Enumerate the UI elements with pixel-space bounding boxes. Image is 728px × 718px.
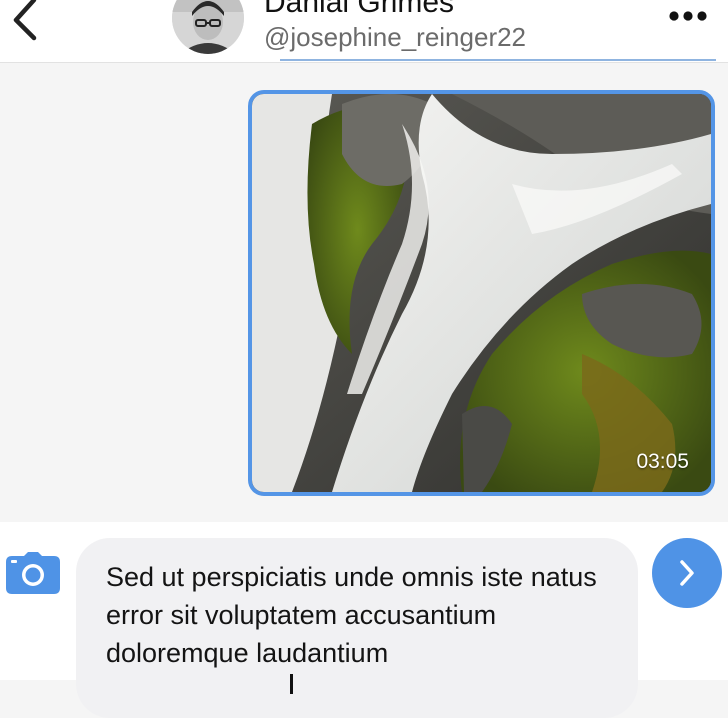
back-button[interactable] xyxy=(0,0,48,48)
avatar[interactable] xyxy=(172,0,244,54)
camera-icon xyxy=(6,552,60,594)
contact-handle: @josephine_reinger22 xyxy=(264,22,527,52)
avatar-photo xyxy=(172,0,244,54)
message-input-text: Sed ut perspiciatis unde omnis iste natu… xyxy=(106,562,597,668)
header-divider-accent xyxy=(280,59,716,61)
conversation-header: Danial Grimes @josephine_reinger22 xyxy=(0,0,728,63)
ellipsis-horizontal-icon xyxy=(669,11,707,21)
video-thumbnail-waterfall xyxy=(252,94,711,492)
message-input[interactable]: Sed ut perspiciatis unde omnis iste natu… xyxy=(76,538,638,718)
more-options-button[interactable] xyxy=(664,2,712,30)
message-composer: Sed ut perspiciatis unde omnis iste natu… xyxy=(0,522,728,718)
video-duration: 03:05 xyxy=(636,450,689,473)
send-button[interactable] xyxy=(652,538,722,608)
camera-button[interactable] xyxy=(4,550,62,596)
text-cursor xyxy=(290,674,293,694)
contact-name: Danial Grimes xyxy=(264,0,455,19)
video-message-bubble[interactable]: 03:05 xyxy=(248,90,715,496)
chevron-right-icon xyxy=(680,560,694,586)
chevron-left-icon xyxy=(13,0,37,41)
